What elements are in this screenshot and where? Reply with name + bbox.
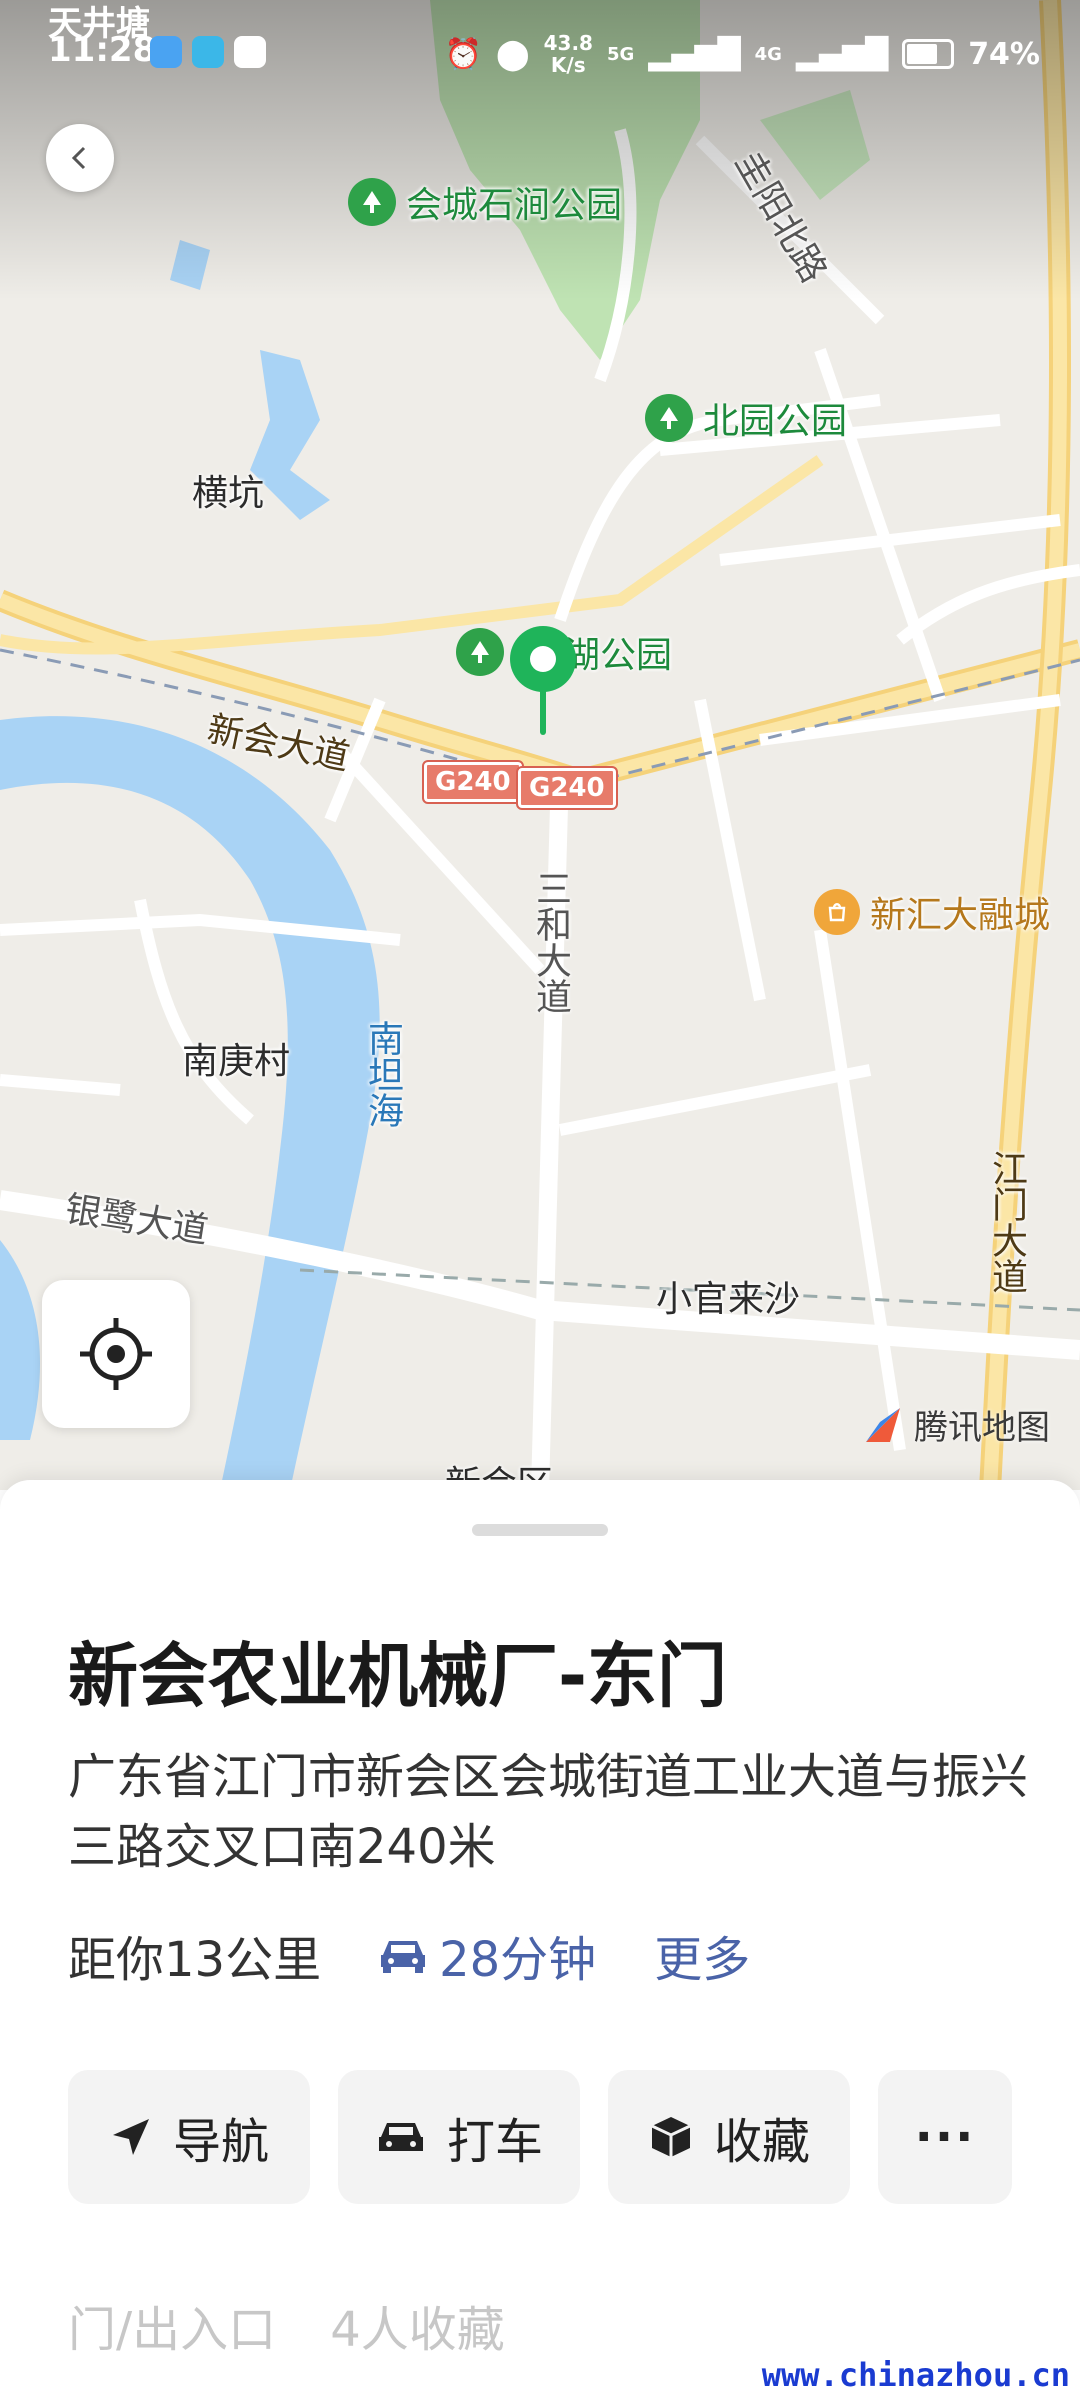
location-pin-icon xyxy=(510,626,576,735)
back-button[interactable] xyxy=(46,124,114,192)
distance-row: 距你13公里 28分钟 更多 xyxy=(68,1920,750,1990)
map-road-label: 江门大道 xyxy=(986,1150,1027,1294)
map-poi-mall[interactable]: 新汇大融城 xyxy=(814,886,1050,938)
tencent-map-logo: 腾讯地图 xyxy=(860,1400,1050,1449)
more-link[interactable]: 更多 xyxy=(654,1920,750,1990)
highway-shield: G240 xyxy=(422,760,524,804)
info-tabs: 门/出入口 4人收藏 xyxy=(68,2290,505,2360)
highway-shield: G240 xyxy=(516,766,618,810)
chevron-left-icon xyxy=(71,146,86,170)
app-notification-icon xyxy=(192,36,224,68)
distance-text: 距你13公里 xyxy=(68,1932,322,1988)
tencent-logo-icon xyxy=(866,1407,900,1442)
watermark: www.chinazhou.cn xyxy=(761,2356,1070,2394)
park-icon xyxy=(456,628,504,676)
map-place-label: 小官来沙 xyxy=(656,1279,801,1320)
alarm-icon: ⏰ xyxy=(444,36,483,72)
app-notification-icon xyxy=(150,36,182,68)
park-icon xyxy=(645,394,693,442)
taxi-button[interactable]: 打车 xyxy=(338,2070,580,2204)
place-address: 广东省江门市新会区会城街道工业大道与振兴三路交叉口南240米 xyxy=(68,1749,1029,1875)
favorite-button[interactable]: 收藏 xyxy=(608,2070,850,2204)
ellipsis-icon: ··· xyxy=(914,2109,976,2165)
signal-icon: ▂▄▆█ xyxy=(648,36,741,72)
signal-icon: ▂▄▆█ xyxy=(795,36,889,72)
place-detail-sheet[interactable]: 新会农业机械厂-东门 广东省江门市新会区会城街道工业大道与振兴三路交叉口南240… xyxy=(0,1480,1080,2400)
park-icon xyxy=(348,178,396,226)
notification-icons xyxy=(150,36,266,68)
navigation-arrow-icon xyxy=(112,2119,149,2155)
more-options-button[interactable]: ··· xyxy=(878,2070,1012,2204)
action-bar: 导航 打车 收藏 ··· xyxy=(68,2070,1012,2204)
clock: 11:28 xyxy=(48,30,157,70)
shopping-icon xyxy=(814,889,860,935)
place-title: 新会农业机械厂-东门 xyxy=(68,1635,728,1717)
box-icon xyxy=(651,2117,691,2157)
tab-favorites-count[interactable]: 4人收藏 xyxy=(330,2302,505,2358)
net-5g: 5G xyxy=(606,43,635,65)
map-view[interactable]: 天井塘 11:28 ⏰ ⬤ 43.8 K/s 5G ▂▄▆█ 4G ▂▄▆█ 74… xyxy=(0,0,1080,1490)
battery-icon xyxy=(902,39,955,69)
locate-me-button[interactable] xyxy=(42,1280,190,1428)
net-4g: 4G xyxy=(754,43,782,65)
map-park-label[interactable]: 北园公园 xyxy=(645,392,847,444)
map-water-label: 南坦海 xyxy=(362,1020,403,1128)
map-park-label[interactable]: 会城石涧公园 xyxy=(348,176,622,228)
taxi-icon xyxy=(378,2123,423,2151)
app-notification-icon xyxy=(234,36,266,68)
map-road-label: 三和大道 xyxy=(530,870,571,1014)
drive-time[interactable]: 28分钟 xyxy=(377,1920,596,1990)
map-place-label: 南庚村 xyxy=(182,1041,291,1082)
map-place-label: 横坑 xyxy=(192,473,265,514)
tab-entrances[interactable]: 门/出入口 xyxy=(68,2302,276,2358)
battery-percent: 74% xyxy=(968,36,1040,72)
car-icon xyxy=(381,1941,426,1973)
status-icons: ⏰ ⬤ 43.8 K/s 5G ▂▄▆█ 4G ▂▄▆█ 74% xyxy=(445,32,1040,76)
location-icon: ⬤ xyxy=(496,36,530,72)
status-bar: 天井塘 11:28 ⏰ ⬤ 43.8 K/s 5G ▂▄▆█ 4G ▂▄▆█ 74… xyxy=(0,0,1080,80)
net-speed: 43.8 K/s xyxy=(543,31,593,77)
navigate-button[interactable]: 导航 xyxy=(68,2070,310,2204)
drag-handle[interactable] xyxy=(472,1524,608,1536)
crosshair-icon xyxy=(80,1318,152,1390)
